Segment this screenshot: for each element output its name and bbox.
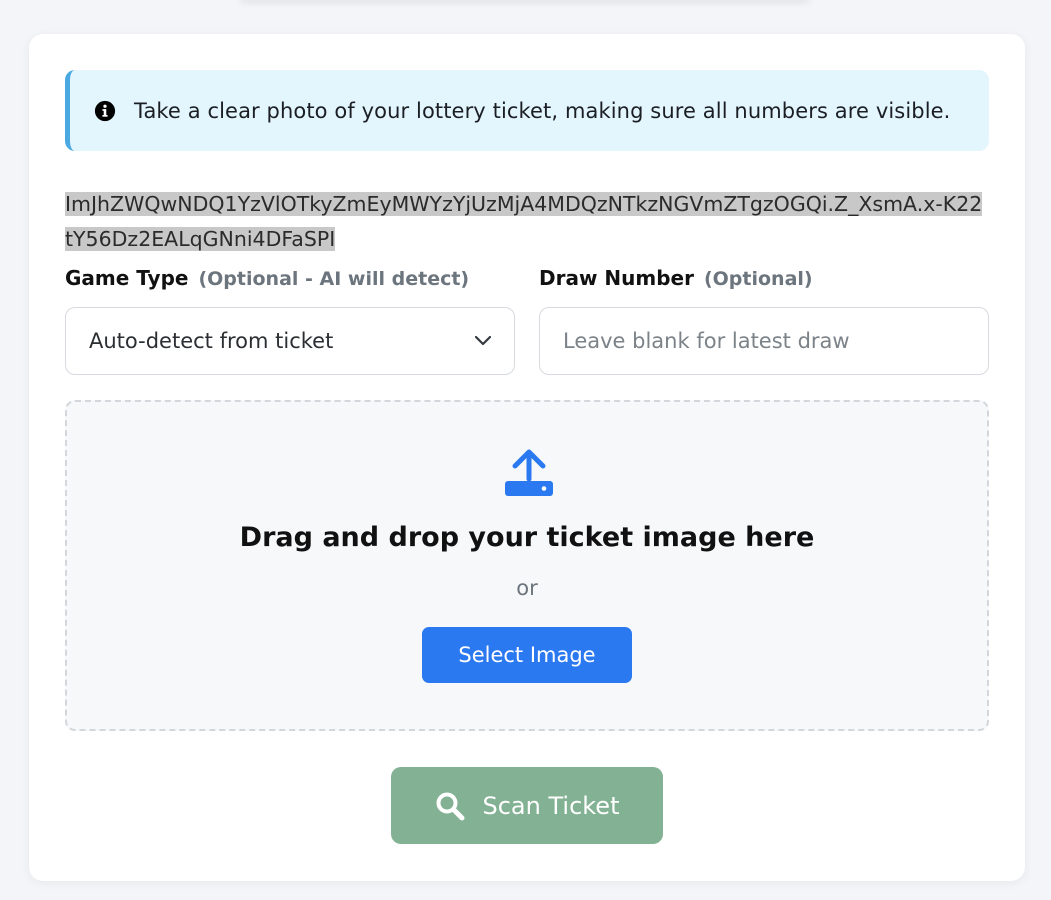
- alert-text: Take a clear photo of your lottery ticke…: [134, 98, 951, 123]
- draw-number-input[interactable]: Leave blank for latest draw: [539, 307, 989, 375]
- csrf-token-text: ImJhZWQwNDQ1YzVlOTkyZmEyMWYzYjUzMjA4MDQz…: [65, 187, 987, 257]
- scan-ticket-button[interactable]: Scan Ticket: [391, 767, 663, 844]
- draw-number-hint: (Optional): [703, 268, 813, 290]
- draw-number-label: Draw Number (Optional): [539, 266, 813, 290]
- info-circle-icon: [94, 100, 116, 121]
- game-type-label: Game Type (Optional - AI will detect): [65, 266, 469, 290]
- draw-number-placeholder: Leave blank for latest draw: [563, 329, 850, 353]
- token-value: ImJhZWQwNDQ1YzVlOTkyZmEyMWYzYjUzMjA4MDQz…: [65, 192, 983, 251]
- upload-icon: [505, 449, 553, 496]
- dropzone-or: or: [516, 576, 538, 600]
- dropzone-title: Drag and drop your ticket image here: [239, 522, 815, 553]
- game-type-hint: (Optional - AI will detect): [198, 268, 470, 290]
- scan-card: Take a clear photo of your lottery ticke…: [29, 34, 1025, 881]
- ticket-dropzone[interactable]: Drag and drop your ticket image here or …: [65, 400, 989, 731]
- select-image-button[interactable]: Select Image: [422, 627, 632, 683]
- draw-number-label-text: Draw Number: [539, 266, 694, 290]
- game-type-label-text: Game Type: [65, 266, 189, 290]
- search-icon: [436, 792, 464, 820]
- game-type-select[interactable]: Auto-detect from ticket: [65, 307, 515, 375]
- info-alert: Take a clear photo of your lottery ticke…: [65, 70, 989, 151]
- game-type-selected: Auto-detect from ticket: [89, 329, 334, 353]
- scan-ticket-label: Scan Ticket: [482, 791, 620, 820]
- chevron-down-icon: [474, 335, 492, 346]
